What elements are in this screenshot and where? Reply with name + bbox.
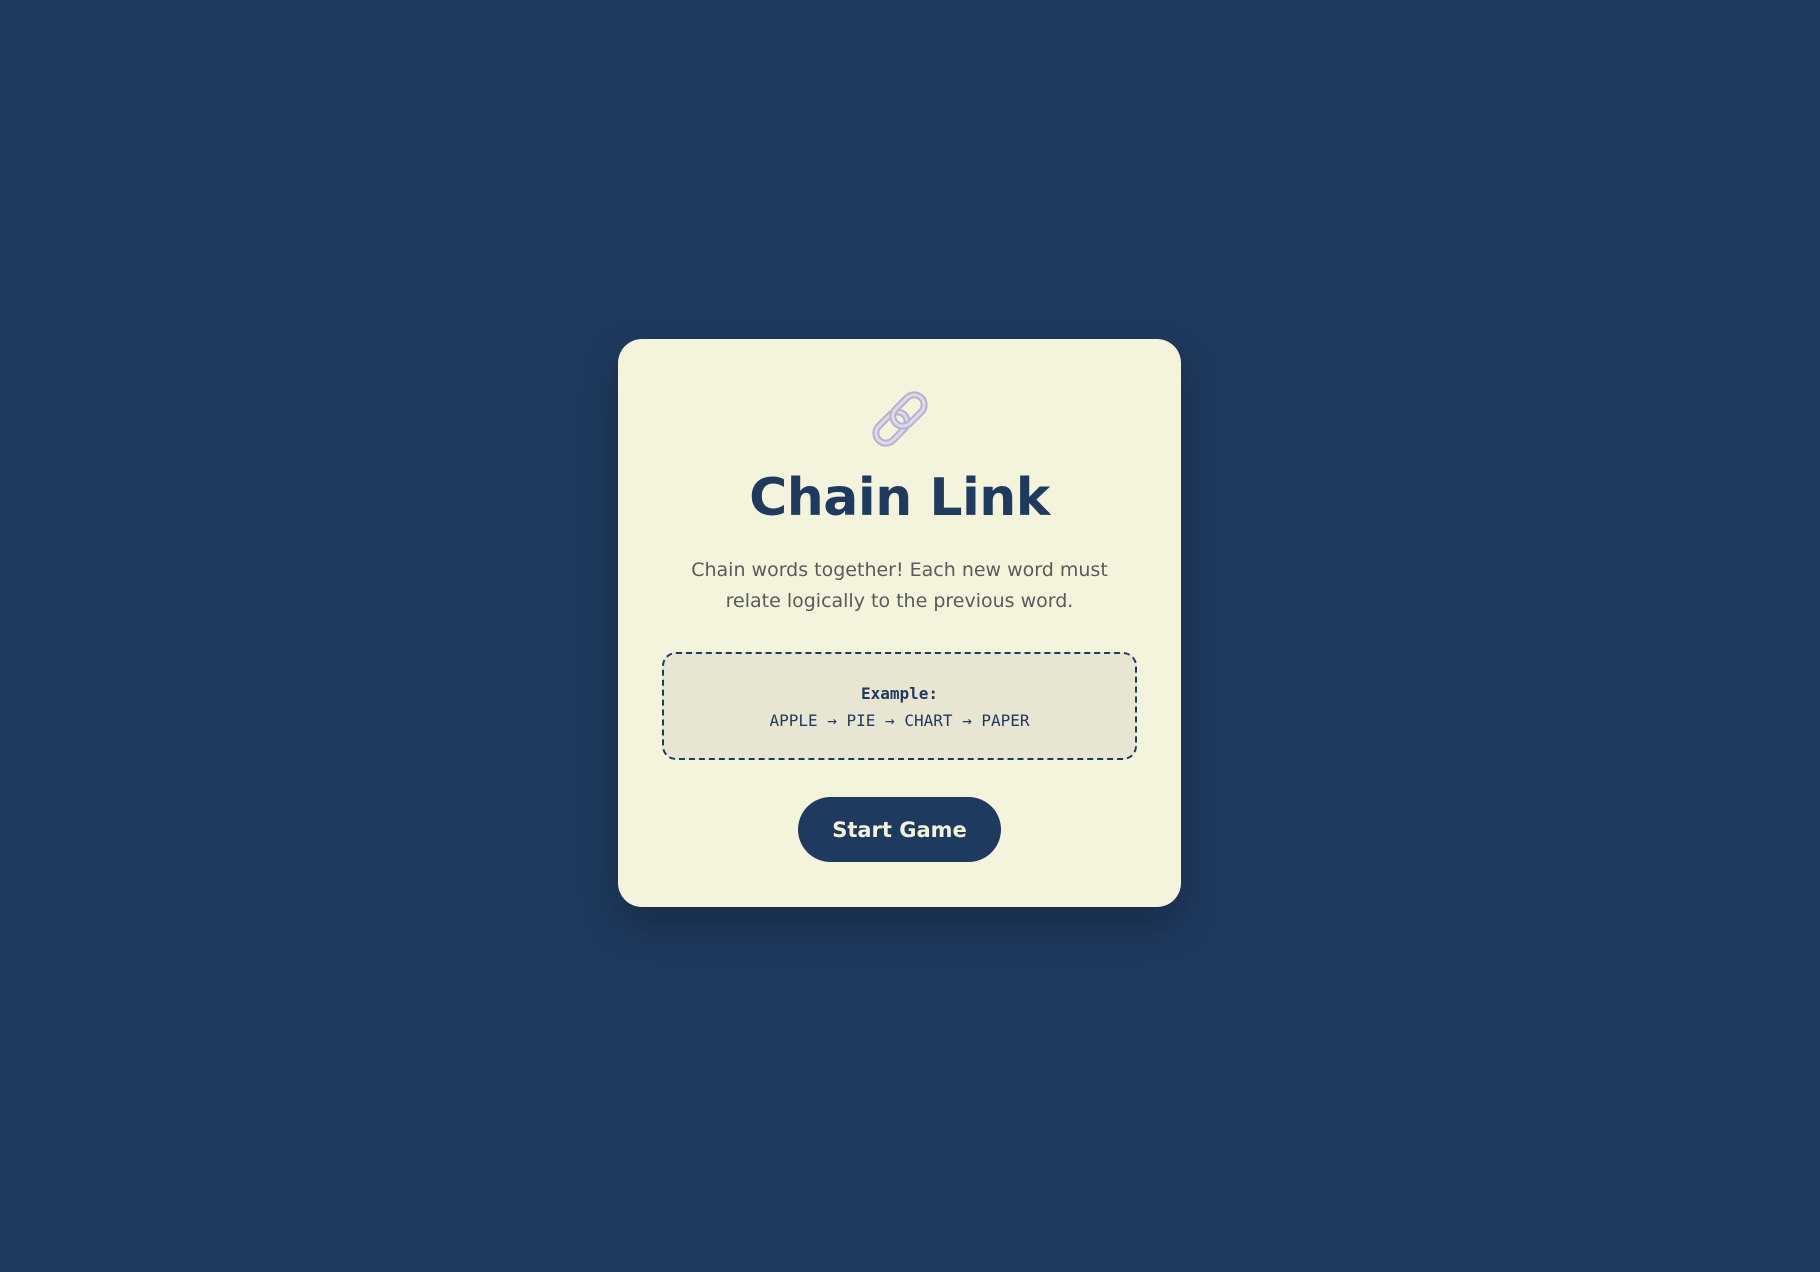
game-description: Chain words together! Each new word must… — [691, 559, 1108, 612]
example-label: Example: — [860, 684, 939, 703]
game-title: Chain Link — [749, 468, 1050, 528]
example-box: Example: APPLE → PIE → CHART → PAPER — [662, 652, 1137, 760]
start-game-button[interactable]: Start Game — [798, 797, 1001, 862]
example-chain: APPLE → PIE → CHART → PAPER — [769, 711, 1030, 730]
welcome-card: Chain Link Chain words together! Each ne… — [618, 339, 1181, 907]
chain-link-icon — [871, 391, 928, 447]
